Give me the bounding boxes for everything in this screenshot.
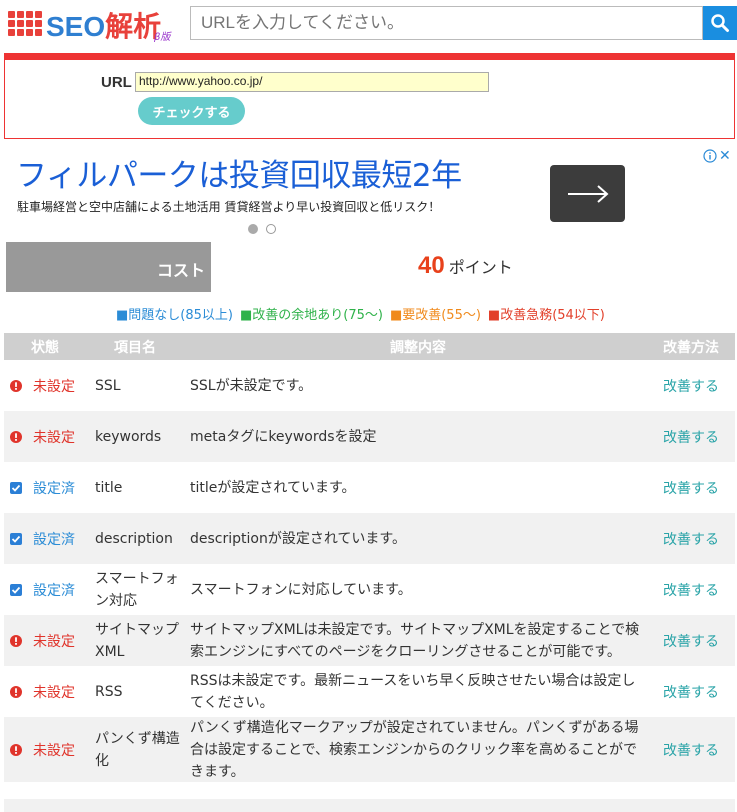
check-button[interactable]: チェックする: [138, 97, 245, 125]
table-row: 未設定 パンくず構造化 パンくず構造化マークアップが設定されていません。パンくずがあ…: [4, 717, 735, 782]
item-name: スマートフォン対応: [95, 570, 179, 609]
arrow-right-icon: [567, 184, 609, 203]
ad-banner[interactable]: フィルパークは投資回収最短2年 駐車場経営と空中店舗による土地活用 賃貸経営より…: [0, 145, 737, 240]
improve-link[interactable]: 改善する: [663, 740, 719, 760]
warning-icon: [10, 430, 22, 443]
warning-icon: [10, 743, 22, 756]
ad-arrow-button[interactable]: [550, 165, 625, 222]
table-header: 状態 項目名 調整内容 改善方法: [4, 333, 735, 360]
legend-needs-improvement: ■要改善(55〜): [389, 308, 481, 323]
checkbox-checked-icon: [10, 532, 22, 545]
status-label: 未設定: [33, 684, 75, 701]
item-name: keywords: [95, 428, 162, 445]
url-field[interactable]: http://www.yahoo.co.jp/: [135, 72, 489, 92]
col-fix: 改善方法: [663, 340, 719, 356]
item-description: パンくず構造化マークアップが設定されていません。パンくずがある場合は設定すること…: [190, 719, 639, 780]
url-check-form: URL http://www.yahoo.co.jp/ チェックする: [4, 53, 735, 139]
status-label: 設定済: [33, 480, 75, 497]
item-description: titleが設定されています。: [190, 479, 356, 496]
score-legend: ■問題なし(85以上) ■改善の余地あり(75〜) ■要改善(55〜) ■改善急…: [116, 304, 605, 323]
item-name: RSS: [95, 683, 123, 700]
item-name: SSL: [95, 377, 121, 394]
table-row: 設定済 description descriptionが設定されています。 改善する: [4, 513, 735, 564]
col-item: 項目名: [114, 340, 156, 356]
search-input[interactable]: [190, 6, 703, 40]
ad-info-icon[interactable]: [703, 149, 717, 163]
logo-beta-label: β版: [154, 32, 171, 43]
status-label: 未設定: [33, 633, 75, 650]
status-label: 未設定: [33, 429, 75, 446]
table-row: 未設定 サイトマップXML サイトマップXMLは未設定です。サイトマップXMLを設定…: [4, 615, 735, 666]
status-label: 設定済: [33, 582, 75, 599]
item-description: descriptionが設定されています。: [190, 530, 407, 547]
item-description: SSLが未設定です。: [190, 377, 313, 394]
carousel-dot[interactable]: [266, 224, 276, 234]
legend-ok: ■問題なし(85以上): [116, 308, 233, 323]
ad-headline[interactable]: フィルパークは投資回収最短2年: [16, 150, 462, 195]
table-row: 設定済 スマートフォン対応 スマートフォンに対応しています。 改善する: [4, 564, 735, 615]
item-name: description: [95, 530, 173, 547]
table-row: 設定済 title titleが設定されています。 改善する: [4, 462, 735, 513]
col-status: 状態: [31, 340, 59, 356]
table-row-partial: [4, 799, 735, 812]
status-label: 未設定: [33, 742, 75, 759]
points-display: 40 ポイント: [418, 252, 513, 280]
points-value: 40: [418, 252, 445, 279]
table-row: 未設定 SSL SSLが未設定です。 改善する: [4, 360, 735, 411]
item-description: RSSは未設定です。最新ニュースをいち早く反映させたい場合は設定してください。: [190, 672, 636, 711]
warning-icon: [10, 634, 22, 647]
status-label: 設定済: [33, 531, 75, 548]
warning-icon: [10, 379, 22, 392]
improve-link[interactable]: 改善する: [663, 631, 719, 651]
grid-logo-icon: [8, 11, 42, 37]
item-description: スマートフォンに対応しています。: [190, 581, 412, 598]
table-row: 未設定 keywords metaタグにkeywordsを設定 改善する: [4, 411, 735, 462]
results-table: 未設定 SSL SSLが未設定です。 改善する 未設定 keywords metaタグにke…: [4, 360, 735, 782]
header: SEO解析 β版: [0, 0, 737, 50]
carousel-dots: [248, 224, 276, 234]
site-logo[interactable]: SEO解析 β版: [8, 5, 178, 43]
url-label: URL: [101, 74, 132, 91]
checkbox-checked-icon: [10, 481, 22, 494]
carousel-dot-active[interactable]: [248, 224, 258, 234]
improve-link[interactable]: 改善する: [663, 478, 719, 498]
status-label: 未設定: [33, 378, 75, 395]
improve-link[interactable]: 改善する: [663, 376, 719, 396]
legend-fair: ■改善の余地あり(75〜): [239, 308, 383, 323]
legend-urgent: ■改善急務(54以下): [487, 308, 605, 323]
improve-link[interactable]: 改善する: [663, 529, 719, 549]
ad-close-icon[interactable]: ✕: [719, 148, 731, 164]
points-unit: ポイント: [448, 258, 513, 277]
improve-link[interactable]: 改善する: [663, 427, 719, 447]
cost-label: コスト: [6, 242, 211, 292]
improve-link[interactable]: 改善する: [663, 580, 719, 600]
logo-text: SEO解析: [46, 11, 162, 42]
checkbox-checked-icon: [10, 583, 22, 596]
table-row: 未設定 RSS RSSは未設定です。最新ニュースをいち早く反映させたい場合は設定して…: [4, 666, 735, 717]
col-adjustment: 調整内容: [390, 340, 446, 356]
item-name: パンくず構造化: [95, 730, 180, 769]
item-description: サイトマップXMLは未設定です。サイトマップXMLを設定することで検索エンジンに…: [190, 621, 640, 660]
ad-description: 駐車場経営と空中店舗による土地活用 賃貸経営より早い投資回収と低リスク！: [17, 200, 441, 214]
search-button[interactable]: [703, 6, 737, 40]
item-description: metaタグにkeywordsを設定: [190, 428, 377, 445]
search-icon: [711, 14, 729, 32]
warning-icon: [10, 685, 22, 698]
improve-link[interactable]: 改善する: [663, 682, 719, 702]
item-name: title: [95, 479, 123, 496]
item-name: サイトマップXML: [95, 621, 179, 660]
